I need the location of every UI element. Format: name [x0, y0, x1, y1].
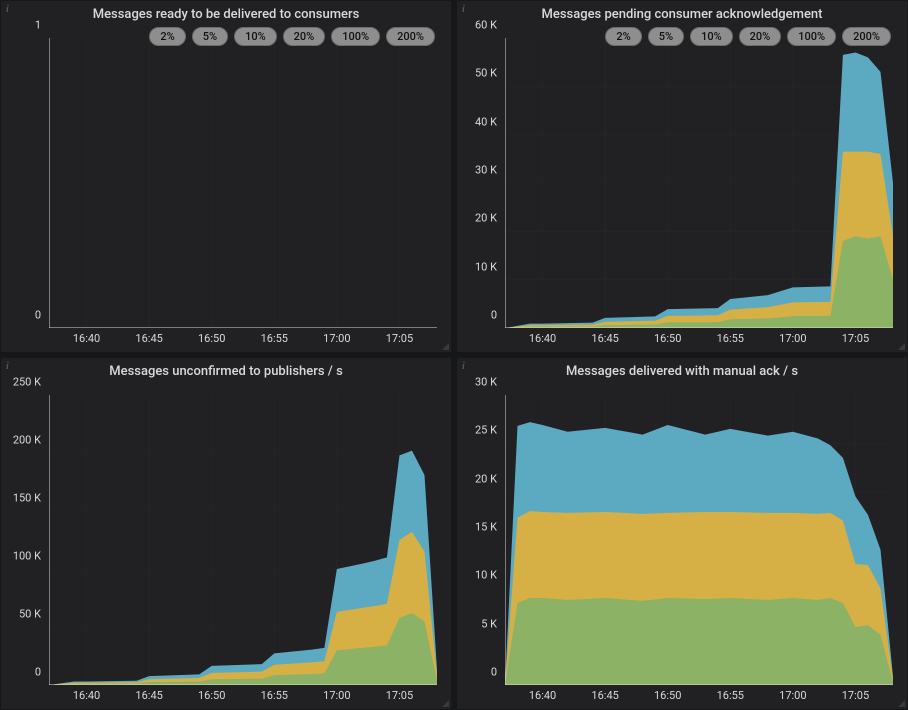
x-axis-labels: 16:40 16:45 16:50 16:55 17:00 17:05	[505, 332, 893, 348]
plot-grid	[49, 38, 437, 328]
y-axis-labels: 05 K10 K15 K20 K25 K30 K	[457, 395, 501, 685]
x-tick-label: 17:00	[779, 689, 806, 702]
y-tick-label: 200 K	[13, 434, 41, 447]
annotation-badge[interactable]: 20%	[283, 27, 326, 46]
y-tick-label: 0	[491, 309, 497, 322]
y-tick-label: 10 K	[475, 260, 497, 273]
series-node-1	[505, 598, 893, 685]
x-tick-label: 17:05	[842, 332, 869, 345]
x-tick-label: 16:40	[73, 332, 100, 345]
x-tick-label: 17:00	[323, 689, 350, 702]
y-tick-label: 20 K	[475, 212, 497, 225]
y-tick-label: 100 K	[13, 550, 41, 563]
panel-info-icon[interactable]: i	[462, 361, 465, 372]
y-tick-label: 20 K	[475, 472, 497, 485]
chart-area[interactable]: 01 16:40 16:45 16:50 16:55 17:00 17:05	[1, 24, 451, 352]
x-tick-label: 16:45	[591, 689, 618, 702]
annotation-badge[interactable]: 200%	[386, 27, 435, 46]
panel-info-icon[interactable]: i	[6, 361, 9, 372]
x-tick-label: 17:00	[323, 332, 350, 345]
y-axis-labels: 010 K20 K30 K40 K50 K60 K	[457, 38, 501, 328]
annotation-badge[interactable]: 200%	[842, 27, 891, 46]
panel-info-icon[interactable]: i	[462, 4, 465, 15]
y-axis-labels: 01	[1, 38, 45, 328]
annotation-badge[interactable]: 10%	[690, 27, 733, 46]
x-tick-label: 16:45	[135, 689, 162, 702]
annotation-badge[interactable]: 2%	[149, 27, 185, 46]
panel-title: Messages delivered with manual ack / s	[457, 358, 907, 381]
x-tick-label: 16:50	[654, 689, 681, 702]
y-tick-label: 25 K	[475, 424, 497, 437]
annotation-badge[interactable]: 10%	[234, 27, 277, 46]
x-axis-labels: 16:40 16:45 16:50 16:55 17:00 17:05	[505, 689, 893, 705]
x-tick-label: 16:45	[591, 332, 618, 345]
x-tick-label: 16:40	[73, 689, 100, 702]
x-tick-label: 17:05	[842, 689, 869, 702]
y-tick-label: 250 K	[13, 376, 41, 389]
y-tick-label: 60 K	[475, 19, 497, 32]
y-axis-labels: 050 K100 K150 K200 K250 K	[1, 395, 45, 685]
y-tick-label: 0	[35, 309, 41, 322]
x-tick-label: 17:05	[386, 689, 413, 702]
x-tick-label: 16:40	[529, 689, 556, 702]
x-tick-label: 16:50	[198, 332, 225, 345]
y-tick-label: 30 K	[475, 164, 497, 177]
plot-grid	[505, 38, 893, 328]
x-tick-label: 17:00	[779, 332, 806, 345]
y-tick-label: 0	[491, 666, 497, 679]
panel-deliv: iMessages delivered with manual ack / s 0…	[456, 357, 908, 710]
annotation-badge[interactable]: 2%	[605, 27, 641, 46]
plot-grid	[505, 395, 893, 685]
x-tick-label: 16:40	[529, 332, 556, 345]
x-tick-label: 16:55	[717, 689, 744, 702]
x-tick-label: 16:55	[261, 689, 288, 702]
chart-area[interactable]: 050 K100 K150 K200 K250 K16:4016:4516:50…	[1, 381, 451, 709]
x-tick-label: 16:50	[198, 689, 225, 702]
y-tick-label: 30 K	[475, 376, 497, 389]
panel-title: Messages pending consumer acknowledgemen…	[457, 1, 907, 24]
chart-area[interactable]: 010 K20 K30 K40 K50 K60 K16:4016:4516:50…	[457, 24, 907, 352]
annotation-row: 2% 5% 10% 20% 100% 200%	[149, 27, 435, 46]
x-tick-label: 16:45	[135, 332, 162, 345]
y-tick-label: 40 K	[475, 115, 497, 128]
y-tick-label: 5 K	[481, 617, 497, 630]
annotation-row: 2% 5% 10% 20% 100% 200%	[605, 27, 891, 46]
panel-unconf: iMessages unconfirmed to publishers / s 0…	[0, 357, 452, 710]
panel-ready: iMessages ready to be delivered to consu…	[0, 0, 452, 353]
panel-unack: iMessages pending consumer acknowledgeme…	[456, 0, 908, 353]
y-tick-label: 0	[35, 666, 41, 679]
x-tick-label: 16:50	[654, 332, 681, 345]
y-tick-label: 15 K	[475, 521, 497, 534]
annotation-badge[interactable]: 5%	[192, 27, 228, 46]
chart-area[interactable]: 05 K10 K15 K20 K25 K30 K16:4016:4516:501…	[457, 381, 907, 709]
y-tick-label: 50 K	[475, 67, 497, 80]
annotation-badge[interactable]: 20%	[739, 27, 782, 46]
annotation-badge[interactable]: 5%	[648, 27, 684, 46]
y-tick-label: 150 K	[13, 492, 41, 505]
x-axis-labels: 16:40 16:45 16:50 16:55 17:00 17:05	[49, 332, 437, 348]
panel-title: Messages unconfirmed to publishers / s	[1, 358, 451, 381]
annotation-badge[interactable]: 100%	[787, 27, 836, 46]
y-tick-label: 10 K	[475, 569, 497, 582]
y-tick-label: 1	[35, 19, 41, 32]
x-tick-label: 16:55	[717, 332, 744, 345]
x-tick-label: 16:55	[261, 332, 288, 345]
panel-title: Messages ready to be delivered to consum…	[1, 1, 451, 24]
panel-info-icon[interactable]: i	[6, 4, 9, 15]
x-tick-label: 17:05	[386, 332, 413, 345]
x-axis-labels: 16:40 16:45 16:50 16:55 17:00 17:05	[49, 689, 437, 705]
plot-grid	[49, 395, 437, 685]
y-tick-label: 50 K	[19, 608, 41, 621]
annotation-badge[interactable]: 100%	[331, 27, 380, 46]
